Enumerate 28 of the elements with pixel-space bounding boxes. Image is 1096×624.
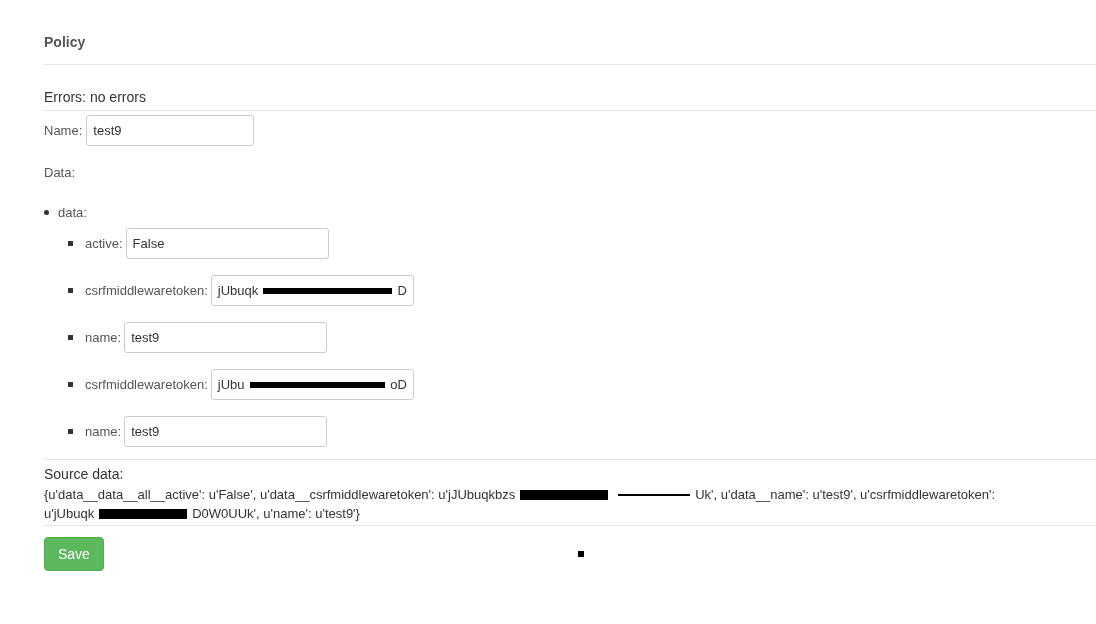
field-label: name: bbox=[85, 328, 122, 347]
field-label: Name: bbox=[44, 121, 83, 140]
text-field[interactable]: test9 bbox=[124, 416, 328, 447]
field-label: csrfmiddlewaretoken: bbox=[85, 281, 208, 300]
errors-text: Errors: no errors bbox=[44, 89, 146, 105]
square-bullet-icon bbox=[68, 241, 73, 246]
data-label: Data: bbox=[44, 165, 76, 180]
source-text: D0W0UUk', u'name': u'test9'} bbox=[192, 505, 360, 523]
source-text: {u'data__data__all__active': u'False', u'data__csrfmiddlewaretoken': u'jJUbuqkbzs bbox=[44, 486, 516, 504]
field-label: name: bbox=[85, 422, 122, 441]
bullet-icon bbox=[44, 209, 49, 215]
square-bullet-icon bbox=[68, 429, 73, 434]
source-label: Source data: bbox=[44, 466, 124, 482]
text-field[interactable]: test9 bbox=[86, 115, 255, 146]
token-field[interactable]: jUbuqk D bbox=[210, 275, 414, 306]
tree-label: data: bbox=[58, 203, 87, 222]
square-bullet-icon bbox=[68, 335, 73, 340]
source-text: u'jUbuqk bbox=[44, 505, 95, 523]
source-text: Uk', u'data__name': u'test9', u'csrfmiddlewaretoken': bbox=[695, 486, 996, 504]
field-label: active: bbox=[85, 234, 123, 253]
field-label: csrfmiddlewaretoken: bbox=[85, 375, 208, 394]
square-bullet-icon bbox=[68, 382, 73, 387]
section-title: Policy bbox=[44, 34, 86, 50]
square-bullet-icon bbox=[68, 288, 73, 293]
token-field[interactable]: jUbu oD bbox=[210, 369, 414, 400]
text-field[interactable]: test9 bbox=[124, 322, 328, 353]
redaction-mark bbox=[577, 551, 584, 557]
text-field[interactable]: False bbox=[125, 228, 329, 259]
